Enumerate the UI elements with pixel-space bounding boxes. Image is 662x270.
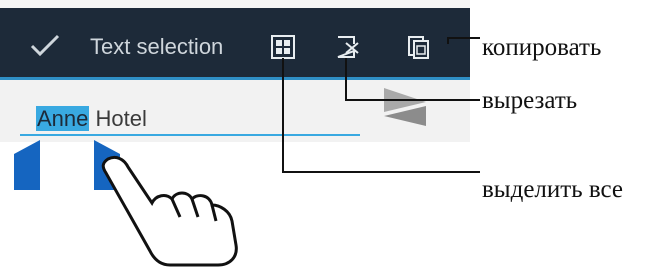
selected-text[interactable]: Anne: [36, 106, 90, 131]
cut-icon[interactable]: [334, 34, 360, 60]
selection-start-handle[interactable]: [14, 140, 40, 190]
unselected-text: Hotel: [89, 106, 147, 131]
callout-copy: копировать: [482, 34, 602, 61]
contextual-action-bar: Text selection: [0, 8, 470, 80]
phone-screen: Text selection Anne Hotel: [0, 0, 470, 142]
copy-icon[interactable]: [406, 34, 432, 60]
select-all-icon[interactable]: [270, 34, 296, 60]
send-arrow-icon[interactable]: [380, 82, 430, 132]
action-bar-title: Text selection: [90, 34, 224, 59]
callout-cut: вырезать: [482, 87, 578, 114]
field-underline: [20, 134, 360, 136]
pointing-hand-icon: [101, 155, 238, 267]
text-field[interactable]: Anne Hotel: [36, 106, 147, 132]
checkmark-icon[interactable]: [28, 28, 62, 62]
callout-select-all: выделить все: [482, 176, 624, 203]
